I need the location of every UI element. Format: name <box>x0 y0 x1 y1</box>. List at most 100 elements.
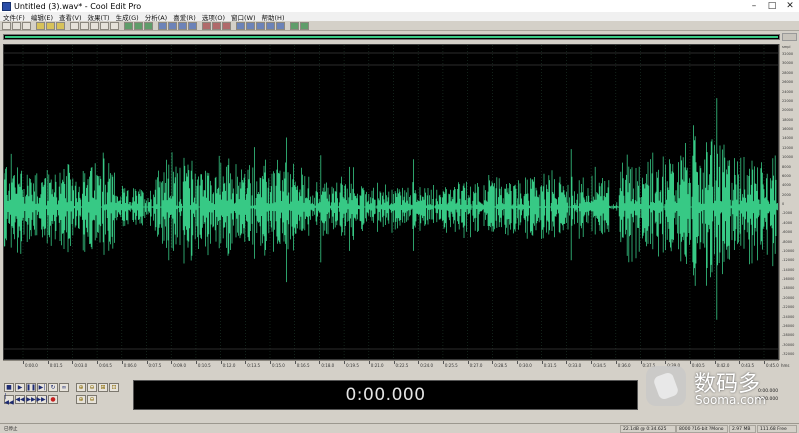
amplitude-tick: 0 <box>782 202 785 206</box>
toolbar-new-icon[interactable] <box>2 21 11 30</box>
overview-bar[interactable] <box>3 34 780 40</box>
menu-item-8[interactable]: 窗口(W) <box>231 12 256 22</box>
toolbar-b9-icon[interactable] <box>276 21 285 30</box>
amplitude-tick: 4000 <box>782 183 791 188</box>
toolbar-b7-icon[interactable] <box>256 21 265 30</box>
zoom-in-horizontal-icon[interactable]: ⊕ <box>76 383 86 392</box>
time-tick-mark <box>541 361 543 364</box>
time-tick-label: 0:04.5 <box>99 363 112 368</box>
toolbar-cut-icon[interactable] <box>70 21 79 30</box>
status-cell-0: 22.1dB @ 0:34.625 <box>620 425 676 433</box>
menu-item-6[interactable]: 喜爱(R) <box>173 12 196 22</box>
amplitude-tick: 20000 <box>782 108 794 113</box>
zoom-out-horizontal-icon[interactable]: ⊖ <box>87 383 97 392</box>
overview-zoom-handle[interactable] <box>782 33 797 41</box>
fast-forward-button[interactable]: ▶▶ <box>26 395 36 404</box>
toolbar-g4-icon[interactable] <box>290 21 299 30</box>
time-tick-mark <box>442 361 444 364</box>
waveform-display[interactable] <box>3 44 779 360</box>
rewind-button[interactable]: ◀◀ <box>15 395 25 404</box>
toolbar-b5-icon[interactable] <box>236 21 245 30</box>
toolbar-g1-icon[interactable] <box>124 21 133 30</box>
amplitude-tick: -30000 <box>782 342 795 347</box>
menu-item-7[interactable]: 选项(O) <box>202 12 225 22</box>
go-start-button[interactable]: |◀◀ <box>4 393 14 405</box>
toolbar-b6-icon[interactable] <box>246 21 255 30</box>
toolbar-r1-icon[interactable] <box>202 21 211 30</box>
toolbar-y3-icon[interactable] <box>56 21 65 30</box>
toolbar-r2-icon[interactable] <box>212 21 221 30</box>
toolbar <box>0 21 799 31</box>
time-tick-mark <box>23 361 24 364</box>
toolbar-b8-icon[interactable] <box>266 21 275 30</box>
toolbar-copy-icon[interactable] <box>80 21 89 30</box>
status-left: 已停止 <box>4 427 18 432</box>
minimize-button[interactable]: – <box>745 0 763 12</box>
amplitude-tick: -26000 <box>782 323 795 328</box>
toolbar-b4-icon[interactable] <box>188 21 197 30</box>
toolbar-b1-icon[interactable] <box>158 21 167 30</box>
toolbar-b3-icon[interactable] <box>178 21 187 30</box>
toolbar-r3-icon[interactable] <box>222 21 231 30</box>
record-button[interactable]: ● <box>48 395 58 404</box>
toolbar-y1-icon[interactable] <box>36 21 45 30</box>
toolbar-g3-icon[interactable] <box>144 21 153 30</box>
menu-item-9[interactable]: 帮助(H) <box>262 12 285 22</box>
zoom-full-icon[interactable]: ⊞ <box>98 383 108 392</box>
time-tick-mark <box>591 361 593 364</box>
amplitude-tick: 26000 <box>782 80 794 85</box>
toolbar-open-icon[interactable] <box>12 21 21 30</box>
menu-item-3[interactable]: 效果(T) <box>88 12 110 22</box>
amplitude-tick: -8000 <box>782 239 793 244</box>
time-tick-mark <box>344 361 346 364</box>
stop-button[interactable]: ■ <box>4 383 14 392</box>
zoom-out-vertical-icon[interactable]: ⊖ <box>87 395 97 404</box>
time-tick-mark <box>418 361 420 364</box>
toolbar-g2-icon[interactable] <box>134 21 143 30</box>
amplitude-tick: -22000 <box>782 305 795 310</box>
loop-play-button[interactable]: ∞ <box>59 383 69 392</box>
play-to-end-button[interactable]: ▶| <box>37 383 47 392</box>
maximize-button[interactable]: □ <box>763 0 781 12</box>
menu-item-4[interactable]: 生成(G) <box>116 12 139 22</box>
loop-button[interactable]: ↻ <box>48 383 58 392</box>
toolbar-mix-icon[interactable] <box>100 21 109 30</box>
time-tick-label: 0:16.5 <box>296 363 310 368</box>
time-tick-label: 0:24.0 <box>420 363 433 368</box>
amplitude-tick: 32000 <box>782 52 794 56</box>
time-tick-mark <box>245 361 247 364</box>
amplitude-tick: -18000 <box>782 286 795 291</box>
menu-item-5[interactable]: 分析(A) <box>145 12 168 22</box>
amplitude-tick: 8000 <box>782 164 791 169</box>
toolbar-save-icon[interactable] <box>22 21 31 30</box>
overview-range[interactable] <box>5 36 778 38</box>
time-tick-mark <box>97 361 99 364</box>
waveform-svg <box>4 45 778 359</box>
toolbar-paste-icon[interactable] <box>90 21 99 30</box>
toolbar-y2-icon[interactable] <box>46 21 55 30</box>
zoom-in-vertical-icon[interactable]: ⊕ <box>76 395 86 404</box>
close-button[interactable]: ✕ <box>781 0 799 12</box>
pause-button[interactable]: ❚❚ <box>26 383 36 392</box>
watermark: 数码多 Sooma.com <box>642 362 792 412</box>
toolbar-trim-icon[interactable] <box>110 21 119 30</box>
time-tick-mark <box>72 361 74 364</box>
toolbar-g5-icon[interactable] <box>300 21 309 30</box>
menu-item-0[interactable]: 文件(F) <box>3 12 25 22</box>
menu-item-1[interactable]: 编辑(E) <box>31 12 53 22</box>
time-tick-label: 0:27.0 <box>469 363 483 368</box>
time-tick-label: 0:10.5 <box>197 363 211 368</box>
amplitude-tick: -14000 <box>782 267 795 272</box>
amplitude-tick: 30000 <box>782 61 794 66</box>
time-tick-mark <box>467 361 469 364</box>
amplitude-tick: 12000 <box>782 145 794 150</box>
amplitude-tick: 18000 <box>782 117 794 122</box>
time-tick-mark <box>294 361 296 364</box>
toolbar-b2-icon[interactable] <box>168 21 177 30</box>
zoom-selection-icon[interactable]: ⊡ <box>109 383 119 392</box>
amplitude-tick: -28000 <box>782 333 795 338</box>
amplitude-tick: 24000 <box>782 89 794 94</box>
menu-item-2[interactable]: 查看(V) <box>59 12 82 22</box>
go-end-button[interactable]: ▶▶| <box>36 395 48 404</box>
play-button[interactable]: ▶ <box>15 383 25 392</box>
